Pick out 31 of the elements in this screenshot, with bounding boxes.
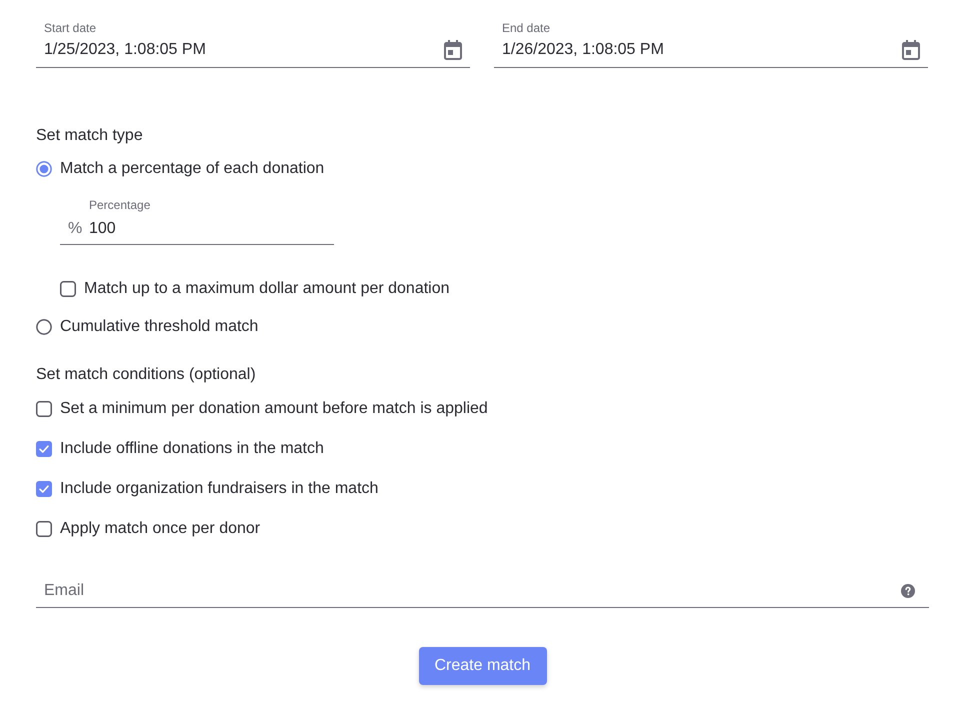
percent-prefix: % [68, 219, 84, 239]
calendar-icon[interactable] [902, 40, 920, 60]
checkbox-label[interactable]: Include organization fundraisers in the match [60, 478, 378, 500]
calendar-icon[interactable] [444, 40, 462, 60]
percentage-field[interactable]: Percentage % 100 [60, 197, 334, 245]
section-heading: Set match type [36, 126, 143, 146]
checkbox[interactable] [36, 441, 52, 457]
checkbox[interactable] [36, 521, 52, 537]
radio-button[interactable] [36, 161, 52, 177]
date-value: 1/26/2023, 1:08:05 PM [502, 40, 664, 60]
date-field[interactable]: Start date 1/25/2023, 1:08:05 PM [36, 18, 470, 68]
checkbox-label[interactable]: Match up to a maximum dollar amount per donation [84, 278, 450, 300]
date-field[interactable]: End date 1/26/2023, 1:08:05 PM [494, 18, 928, 68]
checkbox-label[interactable]: Set a minimum per donation amount before match is applied [60, 398, 488, 420]
radio-label[interactable]: Match a percentage of each donation [60, 158, 324, 180]
checkbox[interactable] [60, 281, 76, 297]
radio-button[interactable] [36, 319, 52, 335]
floating-label: Start date [44, 20, 98, 36]
floating-label: End date [502, 20, 552, 36]
section-heading: Set match conditions (optional) [36, 365, 256, 385]
email-field[interactable]: Email [36, 574, 929, 608]
radio-label[interactable]: Cumulative threshold match [60, 316, 258, 338]
checkbox-label[interactable]: Apply match once per donor [60, 518, 260, 540]
percentage-value: 100 [89, 219, 116, 239]
help-icon[interactable] [901, 584, 915, 598]
checkbox-label[interactable]: Include offline donations in the match [60, 438, 324, 460]
checkbox[interactable] [36, 401, 52, 417]
floating-label: Percentage [89, 197, 150, 213]
checkbox[interactable] [36, 481, 52, 497]
date-value: 1/25/2023, 1:08:05 PM [44, 40, 206, 60]
email-placeholder: Email [44, 581, 84, 601]
